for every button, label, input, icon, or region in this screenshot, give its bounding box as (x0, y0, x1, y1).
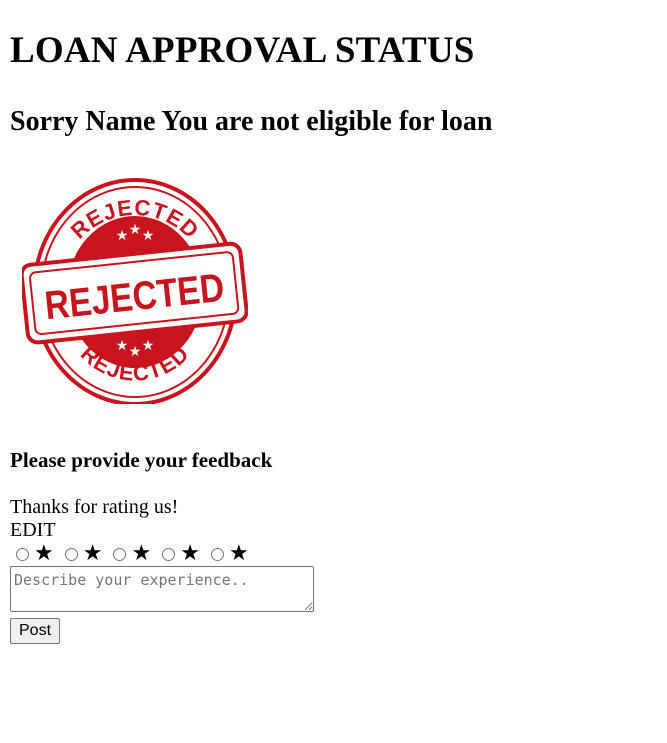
rating-option-5[interactable]: ★ (205, 543, 249, 565)
star-icon[interactable]: ★ (83, 543, 103, 565)
rating-radio-4[interactable] (162, 547, 176, 561)
star-icon[interactable]: ★ (180, 543, 200, 565)
thanks-message: Thanks for rating us! (10, 496, 179, 518)
rating-option-2[interactable]: ★ (59, 543, 103, 565)
rating-radio-1[interactable] (16, 547, 29, 561)
rating-option-4[interactable]: ★ (156, 543, 200, 565)
star-rating: ★ ★ ★ ★ ★ (10, 542, 657, 566)
feedback-heading: Please provide your feedback (10, 448, 273, 472)
rejected-stamp-image: REJECTED REJECTED ★ ★ ★ ★ ★ ★ REJECTED (22, 174, 248, 404)
rating-radio-5[interactable] (210, 547, 224, 561)
svg-text:★: ★ (142, 228, 155, 244)
rating-option-1[interactable]: ★ (10, 543, 54, 565)
rating-option-3[interactable]: ★ (107, 543, 151, 565)
svg-text:★: ★ (129, 222, 142, 238)
page: LOAN APPROVAL STATUS Sorry Name You are … (0, 0, 667, 644)
post-button[interactable]: Post (10, 618, 61, 644)
svg-text:★: ★ (116, 338, 129, 354)
rating-radio-3[interactable] (113, 547, 127, 561)
svg-text:★: ★ (116, 228, 129, 244)
star-icon[interactable]: ★ (229, 543, 249, 565)
star-icon[interactable]: ★ (131, 543, 151, 565)
svg-text:★: ★ (129, 344, 142, 360)
edit-label[interactable]: EDIT (10, 519, 657, 541)
rating-radio-2[interactable] (64, 547, 78, 561)
star-icon[interactable]: ★ (34, 543, 54, 565)
experience-textarea[interactable] (10, 566, 314, 612)
page-title: LOAN APPROVAL STATUS (10, 30, 475, 71)
status-message: Sorry Name You are not eligible for loan (10, 106, 493, 137)
svg-text:★: ★ (142, 338, 155, 354)
